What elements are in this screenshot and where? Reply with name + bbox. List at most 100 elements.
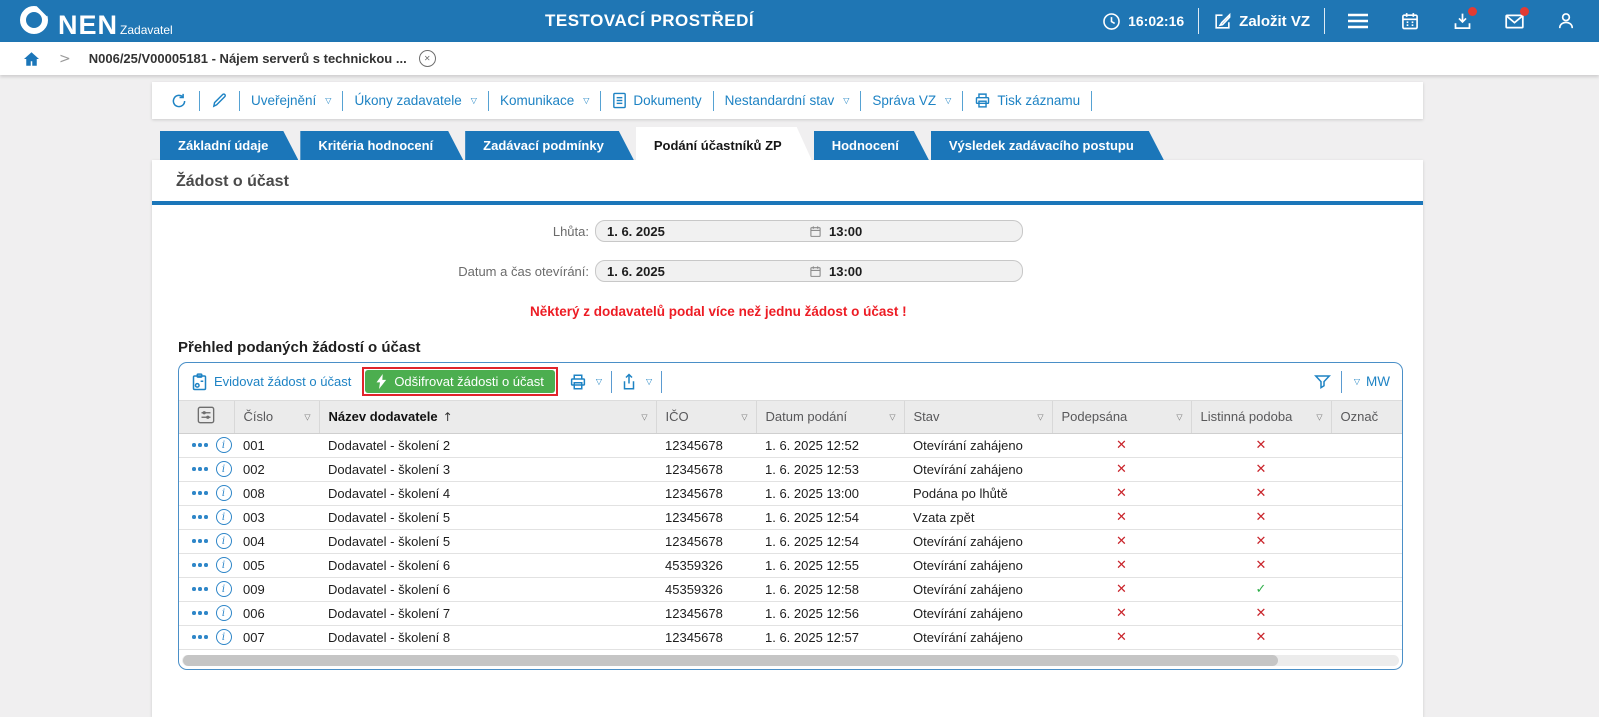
cell-listinna: ✕: [1191, 601, 1331, 625]
cell-cislo: 004: [234, 529, 319, 553]
cell-listinna: ✕: [1191, 505, 1331, 529]
column-header-datum-podani[interactable]: Datum podání ▽: [756, 401, 904, 433]
toolbar-item-tisk-zaznamu[interactable]: Tisk záznamu: [974, 92, 1080, 109]
tab-kriteria-hodnoceni[interactable]: Kritéria hodnocení: [300, 131, 463, 160]
info-icon[interactable]: i: [216, 605, 232, 621]
calendar-button[interactable]: [1395, 6, 1425, 36]
horizontal-scrollbar-track[interactable]: [182, 655, 1399, 666]
edit-record-button[interactable]: [211, 92, 228, 109]
filter-button[interactable]: [1313, 373, 1332, 391]
create-vz-button[interactable]: Založit VZ: [1213, 12, 1310, 31]
toolbar-item-komunikace[interactable]: Komunikace▽: [500, 93, 589, 108]
highlight-frame: Odšifrovat žádosti o účast: [362, 367, 558, 396]
horizontal-scrollbar-thumb[interactable]: [183, 655, 1278, 666]
tab-hodnoceni[interactable]: Hodnocení: [814, 131, 929, 160]
table-row[interactable]: i 002 Dodavatel - školení 3 12345678 1. …: [179, 457, 1402, 481]
grid-body: i 001 Dodavatel - školení 2 12345678 1. …: [179, 433, 1402, 649]
toolbar-item-nestandardni-stav[interactable]: Nestandardní stav▽: [725, 93, 850, 108]
column-header-listinna-podoba[interactable]: Listinná podoba ▽: [1191, 401, 1331, 433]
row-menu-icon[interactable]: [192, 467, 208, 471]
print-grid-button[interactable]: ▽: [569, 373, 602, 391]
cell-stav: Otevírání zahájeno: [904, 457, 1052, 481]
table-row[interactable]: i 007 Dodavatel - školení 8 12345678 1. …: [179, 625, 1402, 649]
deadline-date-value[interactable]: 1. 6. 2025: [596, 224, 809, 239]
filter-caret-icon[interactable]: ▽: [889, 412, 895, 421]
info-icon[interactable]: i: [216, 581, 232, 597]
table-row[interactable]: i 009 Dodavatel - školení 6 45359326 1. …: [179, 577, 1402, 601]
tab-vysledek-zadavaciho-postupu[interactable]: Výsledek zadávacího postupu: [931, 131, 1164, 160]
export-icon: [621, 373, 637, 391]
filter-caret-icon[interactable]: ▽: [304, 412, 310, 421]
filter-caret-icon[interactable]: ▽: [641, 412, 647, 421]
evidovat-zadost-button[interactable]: Evidovat žádost o účast: [191, 373, 351, 391]
toolbar-item-uverejneni[interactable]: Uveřejnění▽: [251, 93, 331, 108]
nen-logo-icon: [18, 4, 50, 36]
cell-datum: 1. 6. 2025 12:52: [756, 433, 904, 457]
table-row[interactable]: i 003 Dodavatel - školení 5 12345678 1. …: [179, 505, 1402, 529]
info-icon[interactable]: i: [216, 629, 232, 645]
info-icon[interactable]: i: [216, 509, 232, 525]
deadline-time-value[interactable]: 13:00: [829, 224, 862, 239]
column-header-stav[interactable]: Stav ▽: [904, 401, 1052, 433]
info-icon[interactable]: i: [216, 461, 232, 477]
tab-zakladni-udaje[interactable]: Základní údaje: [160, 131, 298, 160]
info-icon[interactable]: i: [216, 533, 232, 549]
record-toolbar: Uveřejnění▽ Úkony zadavatele▽ Komunikace…: [152, 82, 1423, 119]
cell-oznac: [1331, 601, 1402, 625]
info-icon[interactable]: i: [216, 557, 232, 573]
column-settings-header[interactable]: [179, 401, 234, 433]
column-header-cislo[interactable]: Číslo ▽: [234, 401, 319, 433]
row-menu-icon[interactable]: [192, 515, 208, 519]
export-grid-button[interactable]: ▽: [621, 373, 652, 391]
row-menu-icon[interactable]: [192, 443, 208, 447]
filter-caret-icon[interactable]: ▽: [1037, 412, 1043, 421]
table-row[interactable]: i 001 Dodavatel - školení 2 12345678 1. …: [179, 433, 1402, 457]
profile-button[interactable]: [1551, 6, 1581, 36]
column-header-ico[interactable]: IČO ▽: [656, 401, 756, 433]
cell-oznac: [1331, 505, 1402, 529]
filter-caret-icon[interactable]: ▽: [1176, 412, 1182, 421]
opening-time-value[interactable]: 13:00: [829, 264, 862, 279]
nen-logo[interactable]: NEN Zadavatel: [18, 4, 173, 38]
column-header-oznac[interactable]: Označ: [1331, 401, 1402, 433]
toolbar-item-ukony-zadavatele[interactable]: Úkony zadavatele▽: [354, 93, 476, 108]
row-menu-icon[interactable]: [192, 611, 208, 615]
opening-field[interactable]: 1. 6. 2025 13:00: [595, 260, 1023, 282]
breadcrumb-item[interactable]: N006/25/V00005181 - Nájem serverů s tech…: [89, 51, 407, 66]
filter-caret-icon[interactable]: ▽: [741, 412, 747, 421]
row-menu-icon[interactable]: [192, 563, 208, 567]
cell-datum: 1. 6. 2025 12:53: [756, 457, 904, 481]
row-menu-icon[interactable]: [192, 635, 208, 639]
table-row[interactable]: i 004 Dodavatel - školení 5 12345678 1. …: [179, 529, 1402, 553]
decrypt-requests-button[interactable]: Odšifrovat žádosti o účast: [365, 370, 555, 393]
toolbar-item-sprava-vz[interactable]: Správa VZ▽: [872, 93, 951, 108]
tab-podani-ucastniku-zp[interactable]: Podání účastníků ZP: [636, 127, 812, 160]
cell-podepsana: ✕: [1052, 505, 1191, 529]
column-header-podepsana[interactable]: Podepsána ▽: [1052, 401, 1191, 433]
table-row[interactable]: i 006 Dodavatel - školení 7 12345678 1. …: [179, 601, 1402, 625]
menu-button[interactable]: [1343, 6, 1373, 36]
opening-date-value[interactable]: 1. 6. 2025: [596, 264, 809, 279]
messages-button[interactable]: [1499, 6, 1529, 36]
table-row[interactable]: i 005 Dodavatel - školení 6 45359326 1. …: [179, 553, 1402, 577]
tab-zadavaci-podminky[interactable]: Zadávací podmínky: [465, 131, 634, 160]
refresh-button[interactable]: [170, 92, 188, 110]
info-icon[interactable]: i: [216, 437, 232, 453]
info-icon[interactable]: i: [216, 485, 232, 501]
cell-actions: i: [179, 433, 234, 457]
row-menu-icon[interactable]: [192, 491, 208, 495]
filter-caret-icon[interactable]: ▽: [1316, 412, 1322, 421]
mw-view-button[interactable]: ▽ MW: [1351, 374, 1390, 389]
printer-icon: [974, 92, 991, 109]
close-icon[interactable]: ✕: [419, 50, 436, 67]
row-menu-icon[interactable]: [192, 539, 208, 543]
downloads-button[interactable]: [1447, 6, 1477, 36]
cell-actions: i: [179, 577, 234, 601]
row-menu-icon[interactable]: [192, 587, 208, 591]
deadline-field[interactable]: 1. 6. 2025 13:00: [595, 220, 1023, 242]
cell-nazev: Dodavatel - školení 3: [319, 457, 656, 481]
table-row[interactable]: i 008 Dodavatel - školení 4 12345678 1. …: [179, 481, 1402, 505]
home-button[interactable]: [22, 50, 41, 68]
column-header-nazev-dodavatele[interactable]: Název dodavatele↑ ▽: [319, 401, 656, 433]
toolbar-item-dokumenty[interactable]: Dokumenty: [612, 92, 701, 109]
